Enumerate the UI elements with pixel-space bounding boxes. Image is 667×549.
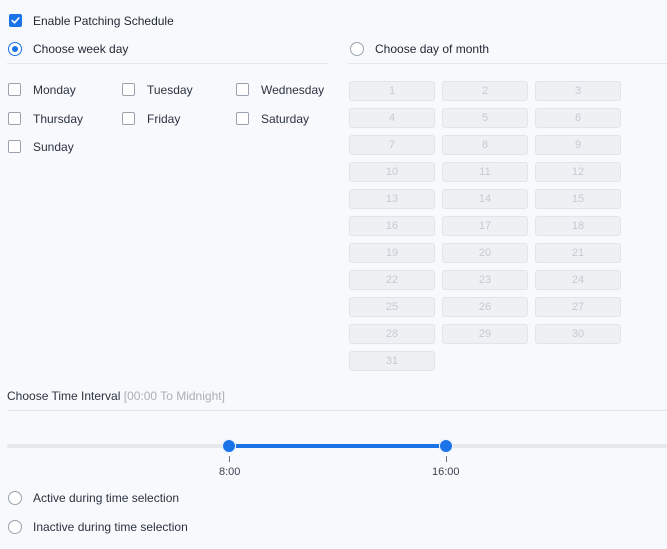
time-interval-label: Choose Time Interval [00:00 To Midnight] xyxy=(7,389,225,403)
month-day-button-23[interactable]: 23 xyxy=(442,270,528,290)
weekday-label-sunday: Sunday xyxy=(33,140,74,154)
week-day-radio-label: Choose week day xyxy=(33,42,129,56)
month-day-button-4[interactable]: 4 xyxy=(349,108,435,128)
enable-schedule-checkbox[interactable] xyxy=(9,14,22,27)
week-day-divider xyxy=(7,63,328,64)
month-day-button-12[interactable]: 12 xyxy=(535,162,621,182)
month-day-button-20[interactable]: 20 xyxy=(442,243,528,263)
time-slider-end-label: 16:00 xyxy=(432,466,460,478)
month-day-button-3[interactable]: 3 xyxy=(535,81,621,101)
month-day-button-11[interactable]: 11 xyxy=(442,162,528,182)
month-day-button-18[interactable]: 18 xyxy=(535,216,621,236)
month-day-button-2[interactable]: 2 xyxy=(442,81,528,101)
weekday-label-monday: Monday xyxy=(33,83,76,97)
enable-schedule-label: Enable Patching Schedule xyxy=(33,14,174,28)
weekday-label-saturday: Saturday xyxy=(261,112,310,126)
month-day-button-25[interactable]: 25 xyxy=(349,297,435,317)
time-slider-range xyxy=(229,444,446,448)
active-selection-radio[interactable] xyxy=(8,491,22,505)
month-day-button-27[interactable]: 27 xyxy=(535,297,621,317)
weekday-checkbox-tuesday[interactable] xyxy=(122,83,135,96)
time-interval-hint: [00:00 To Midnight] xyxy=(123,389,225,403)
time-slider-start-tick xyxy=(229,456,230,462)
month-day-radio-label: Choose day of month xyxy=(375,42,490,56)
check-icon xyxy=(11,17,20,24)
month-day-button-22[interactable]: 22 xyxy=(349,270,435,290)
weekday-checkbox-monday[interactable] xyxy=(8,83,21,96)
month-day-radio[interactable] xyxy=(350,42,364,56)
month-day-button-16[interactable]: 16 xyxy=(349,216,435,236)
month-day-button-21[interactable]: 21 xyxy=(535,243,621,263)
time-interval-title: Choose Time Interval xyxy=(7,389,121,403)
month-day-button-29[interactable]: 29 xyxy=(442,324,528,344)
inactive-selection-label: Inactive during time selection xyxy=(33,520,188,534)
month-day-button-5[interactable]: 5 xyxy=(442,108,528,128)
month-day-button-1[interactable]: 1 xyxy=(349,81,435,101)
month-day-button-14[interactable]: 14 xyxy=(442,189,528,209)
month-day-button-10[interactable]: 10 xyxy=(349,162,435,182)
month-day-button-30[interactable]: 30 xyxy=(535,324,621,344)
month-day-button-19[interactable]: 19 xyxy=(349,243,435,263)
time-slider-end-tick xyxy=(446,456,447,462)
weekday-label-wednesday: Wednesday xyxy=(261,83,325,97)
weekday-checkbox-saturday[interactable] xyxy=(236,112,249,125)
weekday-checkbox-wednesday[interactable] xyxy=(236,83,249,96)
month-day-button-8[interactable]: 8 xyxy=(442,135,528,155)
month-day-button-9[interactable]: 9 xyxy=(535,135,621,155)
weekday-label-friday: Friday xyxy=(147,112,181,126)
inactive-selection-radio[interactable] xyxy=(8,520,22,534)
time-slider-end-handle[interactable] xyxy=(439,439,453,453)
month-day-button-13[interactable]: 13 xyxy=(349,189,435,209)
month-day-button-15[interactable]: 15 xyxy=(535,189,621,209)
time-slider-start-handle[interactable] xyxy=(222,439,236,453)
month-day-button-26[interactable]: 26 xyxy=(442,297,528,317)
active-selection-label: Active during time selection xyxy=(33,491,180,505)
weekday-checkbox-thursday[interactable] xyxy=(8,112,21,125)
week-day-radio[interactable] xyxy=(8,42,22,56)
weekday-label-tuesday: Tuesday xyxy=(147,83,193,97)
month-day-button-28[interactable]: 28 xyxy=(349,324,435,344)
month-day-button-6[interactable]: 6 xyxy=(535,108,621,128)
month-day-button-17[interactable]: 17 xyxy=(442,216,528,236)
weekday-label-thursday: Thursday xyxy=(33,112,84,126)
month-day-button-31[interactable]: 31 xyxy=(349,351,435,371)
month-day-divider xyxy=(348,63,667,64)
time-interval-divider xyxy=(7,410,667,411)
month-day-button-24[interactable]: 24 xyxy=(535,270,621,290)
month-day-button-7[interactable]: 7 xyxy=(349,135,435,155)
time-slider-start-label: 8:00 xyxy=(219,466,241,478)
weekday-checkbox-sunday[interactable] xyxy=(8,140,21,153)
weekday-checkbox-friday[interactable] xyxy=(122,112,135,125)
